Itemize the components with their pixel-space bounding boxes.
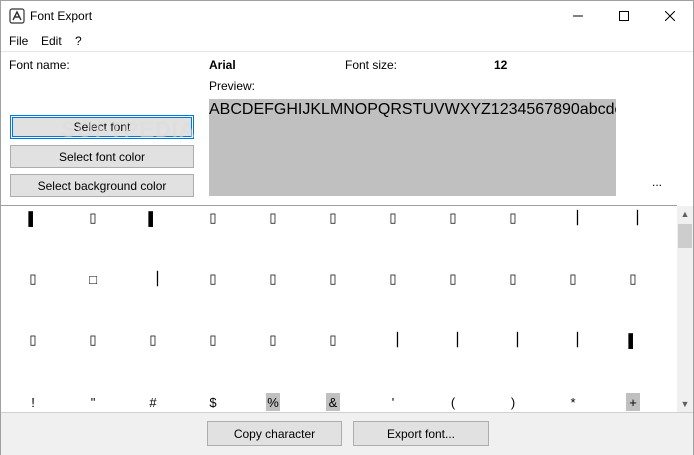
glyph-cell[interactable]: ▯ xyxy=(26,331,40,349)
minimize-button[interactable] xyxy=(555,1,601,31)
copy-character-button[interactable]: Copy character xyxy=(207,421,342,446)
menu-bar: File Edit ? xyxy=(1,31,693,51)
select-font-color-button[interactable]: Select font color xyxy=(10,145,194,168)
glyph-cell[interactable]: ▌ xyxy=(26,209,40,227)
window-title: Font Export xyxy=(30,9,93,23)
glyph-cell[interactable]: ▯ xyxy=(326,209,340,227)
glyph-cell[interactable]: ▯ xyxy=(266,209,280,227)
glyph-cell[interactable]: ▕ xyxy=(386,331,400,349)
glyph-cell[interactable]: ▯ xyxy=(326,270,340,288)
glyph-cell[interactable]: ▕ xyxy=(146,270,160,288)
bottom-bar xyxy=(1,412,693,455)
glyph-cell[interactable]: ▯ xyxy=(266,331,280,349)
glyph-cell[interactable]: ▌ xyxy=(146,209,160,227)
font-name-value: Arial xyxy=(209,58,236,72)
font-name-label: Font name: xyxy=(9,58,70,72)
glyph-cell[interactable]: ▯ xyxy=(206,209,220,227)
glyph-cell[interactable]: ( xyxy=(446,393,460,411)
glyph-cell[interactable]: ▯ xyxy=(386,209,400,227)
character-grid: ▌ ▯ ▌ ▯ ▯ ▯ ▯ ▯ ▯ ▕ ▕ ▯ □ ▕ ▯ ▯ ▯ ▯ ▯ ▯ ▯ ▯ ▯ ▯ ▯ ▯ ▯ ▯ ▕ ▕ ▕ ▕ ▌! " # $% & '… xyxy=(1,205,677,413)
glyph-cell[interactable]: ▯ xyxy=(446,209,460,227)
app-window: Font Export File Edit ? Font name: Arial… xyxy=(0,0,694,455)
select-background-color-button[interactable]: Select background color xyxy=(10,174,194,197)
vertical-scrollbar[interactable]: ▲ ▼ xyxy=(677,206,693,412)
preview-label: Preview: xyxy=(209,79,256,93)
glyph-cell[interactable]: ▯ xyxy=(266,270,280,288)
app-icon xyxy=(9,8,25,24)
glyph-cell[interactable]: ▕ xyxy=(566,209,580,227)
glyph-cell[interactable]: ▯ xyxy=(206,270,220,288)
close-icon xyxy=(665,11,675,21)
glyph-cell[interactable]: ' xyxy=(386,393,400,411)
maximize-icon xyxy=(619,11,629,21)
preview-text: ABCDEFGHIJKLMNOPQRSTUVWXYZ1234567890abcd… xyxy=(209,101,616,118)
title-bar: Font Export xyxy=(1,1,693,31)
glyph-cell[interactable]: □ xyxy=(86,270,100,288)
scroll-thumb[interactable] xyxy=(678,224,692,248)
export-font-button[interactable]: Export font... xyxy=(353,421,489,446)
glyph-cell[interactable]: ▯ xyxy=(146,331,160,349)
glyph-cell[interactable]: ▯ xyxy=(326,331,340,349)
menu-file[interactable]: File xyxy=(9,34,28,48)
glyph-cell[interactable]: # xyxy=(146,393,160,411)
maximize-button[interactable] xyxy=(601,1,647,31)
glyph-cell[interactable]: ▯ xyxy=(26,270,40,288)
more-ellipsis[interactable]: ... xyxy=(652,175,662,189)
glyph-cell[interactable]: ▯ xyxy=(386,270,400,288)
glyph-cell[interactable]: ▯ xyxy=(86,331,100,349)
watermark: SOFTPEDIA xyxy=(61,117,196,142)
glyph-cell[interactable]: ▕ xyxy=(566,331,580,349)
scroll-up-icon[interactable]: ▲ xyxy=(677,206,693,222)
glyph-cell[interactable]: ▕ xyxy=(506,331,520,349)
scroll-down-icon[interactable]: ▼ xyxy=(677,396,693,412)
glyph-cell[interactable]: * xyxy=(566,393,580,411)
glyph-cell[interactable]: ▯ xyxy=(446,270,460,288)
glyph-cell[interactable]: + xyxy=(626,393,640,411)
glyph-cell[interactable]: ▌ xyxy=(626,331,640,349)
glyph-cell[interactable]: & xyxy=(326,393,340,411)
glyph-cell[interactable]: $ xyxy=(206,393,220,411)
glyph-cell[interactable]: ▯ xyxy=(626,270,640,288)
glyph-cell[interactable]: % xyxy=(266,393,280,411)
glyph-cell[interactable]: ▯ xyxy=(506,270,520,288)
glyph-cell[interactable]: ▯ xyxy=(206,331,220,349)
glyph-cell[interactable]: ▕ xyxy=(446,331,460,349)
glyph-cell[interactable]: ▯ xyxy=(506,209,520,227)
glyph-cell[interactable]: ▯ xyxy=(86,209,100,227)
minimize-icon xyxy=(573,15,583,17)
menu-help[interactable]: ? xyxy=(75,34,82,48)
glyph-cell[interactable]: " xyxy=(86,393,100,411)
glyph-cell[interactable]: ) xyxy=(506,393,520,411)
close-button[interactable] xyxy=(647,1,693,31)
glyph-cell[interactable]: ! xyxy=(26,393,40,411)
glyph-cell[interactable]: ▯ xyxy=(566,270,580,288)
font-size-value: 12 xyxy=(494,58,508,72)
glyph-cell[interactable]: ▕ xyxy=(626,209,640,227)
font-preview: ABCDEFGHIJKLMNOPQRSTUVWXYZ1234567890abcd… xyxy=(209,99,616,196)
menu-edit[interactable]: Edit xyxy=(41,34,62,48)
font-size-label: Font size: xyxy=(345,58,398,72)
